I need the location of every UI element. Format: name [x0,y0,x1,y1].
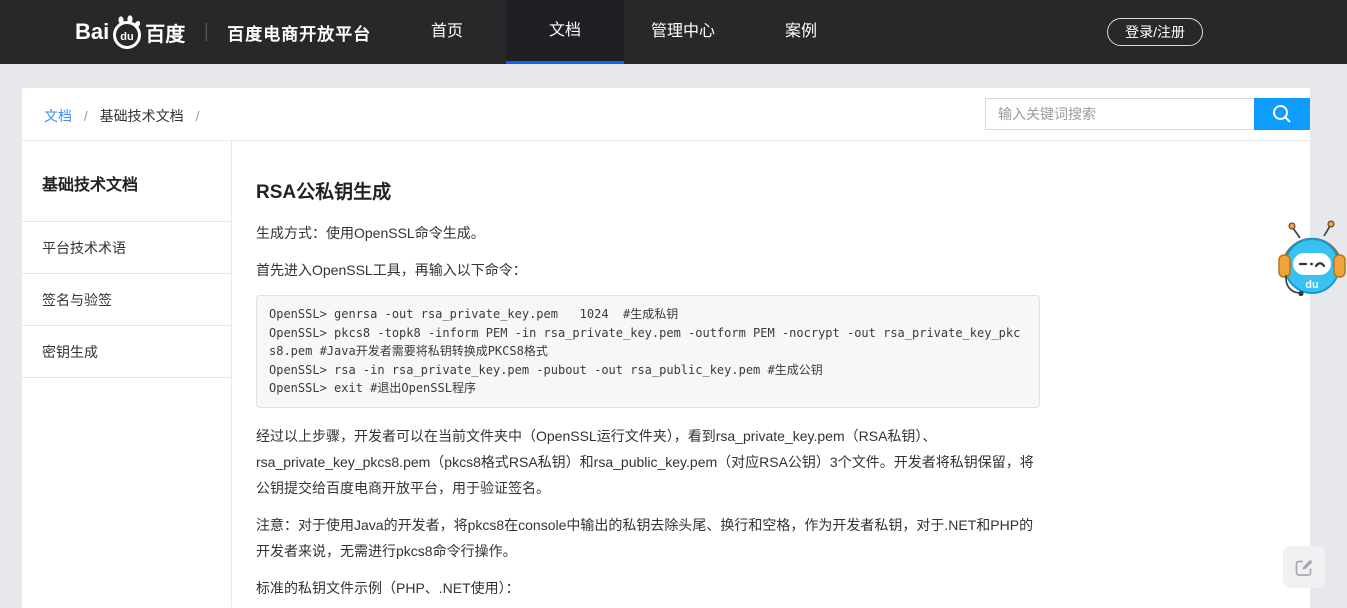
docs-sidebar: 基础技术文档 平台技术术语 签名与验签 密钥生成 [22,141,232,607]
paragraph-steps-result: 经过以上步骤，开发者可以在当前文件夹中（OpenSSL运行文件夹），看到rsa_… [256,423,1040,501]
platform-title: 百度电商开放平台 [227,20,371,45]
sidebar-item-platform-terms[interactable]: 平台技术术语 [22,222,231,274]
search-icon [1271,103,1293,125]
edit-icon [1294,557,1315,578]
baidu-logo[interactable]: Bai du 百度 ｜ 百度电商开放平台 [75,0,371,64]
login-register-button[interactable]: 登录/注册 [1107,18,1203,46]
logo-text-bai: Bai [75,19,109,45]
content-card: 文档 / 基础技术文档 / 基础技术文档 平台技术术语 签名与验签 密钥生成 [22,88,1310,608]
code-line: OpenSSL> rsa -in rsa_private_key.pem -pu… [269,361,1027,380]
paragraph-java-note: 注意：对于使用Java的开发者，将pkcs8在console中输出的私钥去除头尾… [256,512,1040,564]
sidebar-category-title: 基础技术文档 [22,141,231,222]
paragraph-openssl-intro: 首先进入OpenSSL工具，再输入以下命令： [256,257,1040,283]
logo-divider: ｜ [197,19,215,45]
code-line: OpenSSL> genrsa -out rsa_private_key.pem… [269,305,1027,324]
feedback-edit-button[interactable] [1283,546,1325,588]
nav-tab-home[interactable]: 首页 [388,0,506,64]
svg-text:du: du [1305,279,1318,291]
nav-tab-management-center[interactable]: 管理中心 [624,0,742,64]
svg-text:du: du [121,31,134,43]
search-input[interactable] [985,98,1254,130]
nav-tab-docs[interactable]: 文档 [506,0,624,64]
logo-text-cn: 百度 [145,18,185,47]
breadcrumb: 文档 / 基础技术文档 / [44,106,207,126]
doc-article: RSA公私钥生成 生成方式：使用OpenSSL命令生成。 首先进入OpenSSL… [256,177,1040,607]
search-button[interactable] [1254,98,1310,130]
code-line: OpenSSL> pkcs8 -topk8 -inform PEM -in rs… [269,324,1027,361]
breadcrumb-current: 基础技术文档 [100,108,184,124]
breadcrumb-separator: / [84,108,88,124]
top-nav: Bai du 百度 ｜ 百度电商开放平台 首页 文档 管理中心 案例 登录/注册 [0,0,1347,64]
nav-menu: 首页 文档 管理中心 案例 [388,0,860,64]
search-box [985,98,1310,130]
baidu-paw-icon: du [110,15,144,49]
breadcrumb-link-docs[interactable]: 文档 [44,108,72,124]
breadcrumb-separator: / [196,108,200,124]
du-robot-assistant-icon[interactable]: du [1278,218,1346,300]
sidebar-item-sign-verify[interactable]: 签名与验签 [22,274,231,326]
page-title: RSA公私钥生成 [256,177,1040,204]
breadcrumb-row: 文档 / 基础技术文档 / [22,88,1310,141]
doc-main: RSA公私钥生成 生成方式：使用OpenSSL命令生成。 首先进入OpenSSL… [232,141,1310,607]
sidebar-item-key-generation[interactable]: 密钥生成 [22,326,231,378]
code-block-openssl-commands: OpenSSL> genrsa -out rsa_private_key.pem… [256,295,1040,408]
code-line: OpenSSL> exit #退出OpenSSL程序 [269,379,1027,398]
nav-tab-cases[interactable]: 案例 [742,0,860,64]
paragraph-key-example-label: 标准的私钥文件示例（PHP、.NET使用）： [256,575,1040,601]
paragraph-generation-method: 生成方式：使用OpenSSL命令生成。 [256,220,1040,246]
